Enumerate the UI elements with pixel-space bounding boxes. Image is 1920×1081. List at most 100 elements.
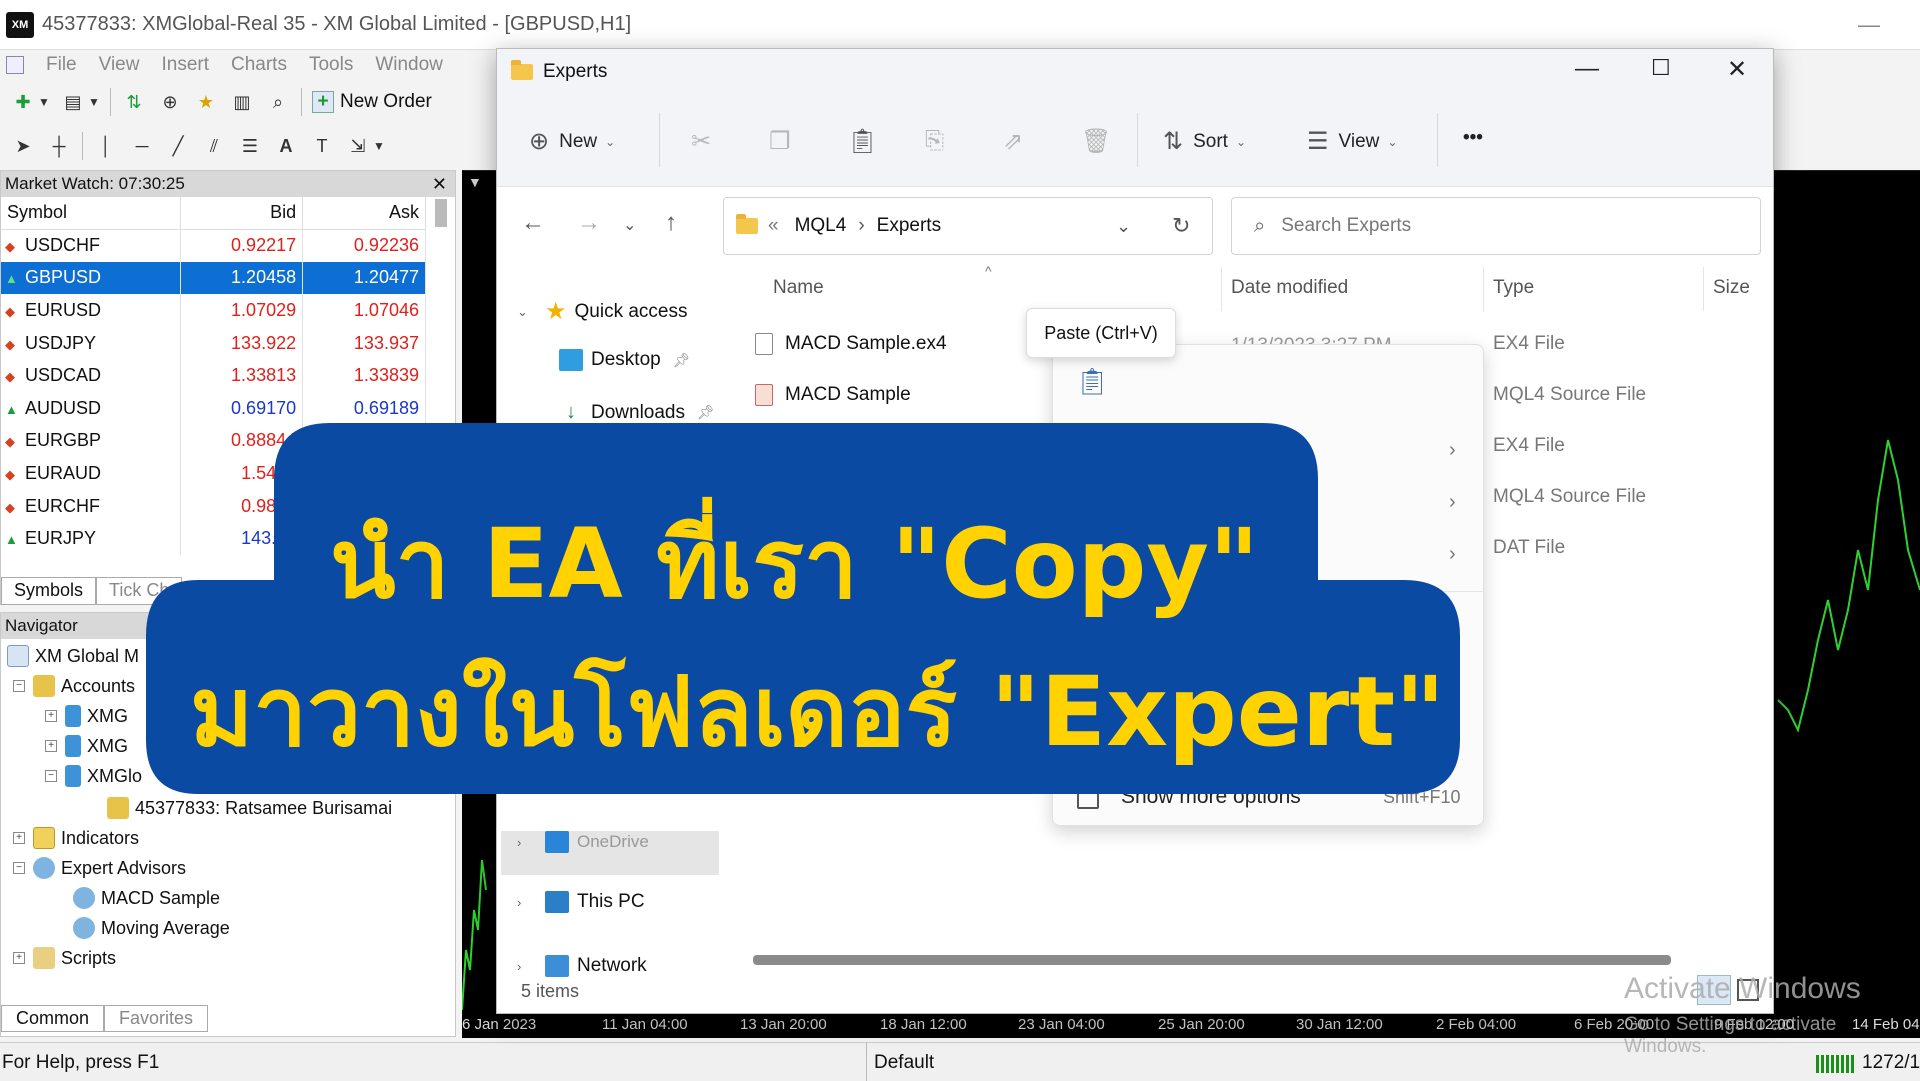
table-row[interactable]: ◆ EURUSD 1.07029 1.07046 xyxy=(1,294,426,327)
menu-window[interactable]: Window xyxy=(375,54,443,76)
text-box-icon[interactable]: T xyxy=(309,133,335,159)
nav-item-onedrive[interactable]: › OneDrive xyxy=(517,831,649,853)
rename-button[interactable]: ⎘ xyxy=(925,127,954,155)
recent-locations-chevron-icon[interactable]: ⌄ xyxy=(623,215,636,235)
table-row[interactable]: ◆ USDCHF 0.92217 0.92236 xyxy=(1,229,426,262)
table-row-selected[interactable]: ▲ GBPUSD 1.20458 1.20477 xyxy=(1,261,426,295)
table-row[interactable]: ▲ AUDUSD 0.69170 0.69189 xyxy=(1,391,426,425)
chevron-right-icon[interactable]: › xyxy=(1449,543,1456,566)
nav-item-network[interactable]: › Network xyxy=(517,955,647,977)
column-header-name[interactable]: Name xyxy=(773,277,824,299)
nav-item-accounts[interactable]: − Accounts xyxy=(13,675,135,697)
breadcrumb-experts[interactable]: Experts xyxy=(877,215,941,237)
close-icon[interactable]: ✕ xyxy=(432,174,447,195)
minimize-button[interactable]: — xyxy=(1858,12,1880,38)
tab-symbols[interactable]: Symbols xyxy=(1,577,97,605)
nav-item-expert-advisors[interactable]: − Expert Advisors xyxy=(13,857,186,879)
nav-item-ea[interactable]: Moving Average xyxy=(73,917,230,939)
menu-item-show-more-options[interactable]: Show more options xyxy=(1121,785,1301,809)
minimize-button[interactable]: — xyxy=(1575,55,1599,83)
table-row[interactable]: ▲ EURJPY 143.34 xyxy=(1,522,426,555)
menu-charts[interactable]: Charts xyxy=(231,54,287,76)
table-row[interactable]: ◆ EURAUD 1.5471 xyxy=(1,457,426,490)
table-row[interactable]: ◆ EURGBP 0.88844 xyxy=(1,424,426,458)
paste-icon[interactable]: 📋︎ xyxy=(1065,357,1119,405)
paste-button[interactable]: 📋︎ xyxy=(847,127,887,156)
column-header-date[interactable]: Date modified xyxy=(1231,277,1348,299)
navigator-star-icon[interactable]: ★ xyxy=(193,89,219,115)
share-button[interactable]: ⇗ xyxy=(1003,127,1033,156)
more-options-button[interactable]: ••• xyxy=(1463,127,1483,149)
chart-dropdown-icon[interactable]: ▼ xyxy=(468,174,482,190)
nav-item-ea[interactable]: MACD Sample xyxy=(73,887,220,909)
copy-button[interactable]: ❐ xyxy=(769,127,801,156)
menu-view[interactable]: View xyxy=(99,54,140,76)
menu-tools[interactable]: Tools xyxy=(309,54,353,76)
chevron-down-icon[interactable]: ▼ xyxy=(373,133,385,159)
horizontal-scrollbar[interactable] xyxy=(753,955,1671,965)
file-row-name[interactable]: MACD Sample xyxy=(755,384,911,406)
chevron-down-icon[interactable]: ▼ xyxy=(88,89,100,115)
view-button[interactable]: ☰ View ⌄ xyxy=(1307,127,1397,156)
tab-favorites[interactable]: Favorites xyxy=(104,1005,209,1032)
search-input[interactable]: ⌕ Search Experts xyxy=(1231,197,1761,255)
vertical-line-icon[interactable]: │ xyxy=(93,133,119,159)
new-button[interactable]: ⊕ New ⌄ xyxy=(529,127,615,156)
nav-item-root[interactable]: XM Global M xyxy=(7,645,139,667)
file-row-name[interactable]: MACD Sample.ex4 xyxy=(755,333,947,355)
cut-button[interactable]: ✂ xyxy=(691,127,721,156)
column-divider[interactable] xyxy=(1483,267,1484,311)
back-arrow-icon[interactable]: ← xyxy=(521,209,545,237)
up-arrow-icon[interactable]: ↑ xyxy=(665,209,677,237)
tab-tick-chart[interactable]: Tick Ch xyxy=(96,577,183,605)
table-row[interactable]: ◆ EURCHF 0.9870 xyxy=(1,489,426,523)
menu-file[interactable]: File xyxy=(46,54,77,76)
nav-item-this-pc[interactable]: › This PC xyxy=(517,891,645,913)
tab-common[interactable]: Common xyxy=(1,1005,105,1032)
forward-arrow-icon[interactable]: → xyxy=(577,209,601,237)
profiles-icon[interactable]: ▤ xyxy=(60,89,86,115)
refresh-icon[interactable]: ↻ xyxy=(1172,213,1190,239)
nav-item-downloads[interactable]: ↓ Downloads 📌︎ xyxy=(559,401,715,424)
address-bar[interactable]: « MQL4 › Experts ⌄ ↻ xyxy=(723,197,1213,255)
nav-item-scripts[interactable]: + Scripts xyxy=(13,947,116,969)
text-label-icon[interactable]: A xyxy=(273,133,299,159)
strategy-tester-icon[interactable]: ⌕ xyxy=(265,89,291,115)
crosshair-target-icon[interactable]: ⊕ xyxy=(157,89,183,115)
nav-item-desktop[interactable]: Desktop 📌︎ xyxy=(559,349,690,371)
chevron-down-icon[interactable]: ▼ xyxy=(38,89,50,115)
terminal-icon[interactable]: ▥ xyxy=(229,89,255,115)
crosshair-icon[interactable]: ┼ xyxy=(46,133,72,159)
menu-insert[interactable]: Insert xyxy=(161,54,209,76)
nav-item-account[interactable]: − XMGlo xyxy=(45,765,142,787)
fibonacci-icon[interactable]: ☰ xyxy=(237,133,263,159)
nav-item-account[interactable]: + XMG xyxy=(45,735,128,757)
maximize-button[interactable]: ☐ xyxy=(1651,55,1671,81)
arrows-icon[interactable]: ⇲ xyxy=(345,133,371,159)
new-order-button[interactable]: + New Order xyxy=(312,91,432,113)
scrollbar-thumb[interactable] xyxy=(435,199,447,227)
column-header-symbol[interactable]: Symbol xyxy=(1,197,182,230)
chevron-right-icon[interactable]: › xyxy=(1449,439,1456,462)
chevron-down-icon[interactable]: ⌄ xyxy=(1116,216,1131,237)
column-divider[interactable] xyxy=(1221,267,1222,311)
trendline-icon[interactable]: ╱ xyxy=(165,133,191,159)
chevron-right-icon[interactable]: › xyxy=(1449,491,1456,514)
column-header-type[interactable]: Type xyxy=(1493,277,1534,299)
column-divider[interactable] xyxy=(1703,267,1704,311)
column-header-bid[interactable]: Bid xyxy=(180,197,304,230)
breadcrumb-mql4[interactable]: MQL4 xyxy=(795,215,847,237)
nav-item-quick-access[interactable]: ⌄ ★ Quick access xyxy=(517,297,688,326)
nav-item-indicators[interactable]: + Indicators xyxy=(13,827,139,849)
close-button[interactable]: ✕ xyxy=(1727,55,1747,84)
pin-icon[interactable]: 📌︎ xyxy=(673,352,691,369)
new-chart-icon[interactable]: ✚ xyxy=(10,89,36,115)
delete-button[interactable]: 🗑︎ xyxy=(1081,127,1121,156)
market-watch-icon[interactable]: ⇅ xyxy=(121,89,147,115)
cursor-arrow-icon[interactable]: ➤ xyxy=(10,133,36,159)
horizontal-line-icon[interactable]: ─ xyxy=(129,133,155,159)
sort-button[interactable]: ⇅ Sort ⌄ xyxy=(1163,127,1246,156)
pin-icon[interactable]: 📌︎ xyxy=(697,404,715,421)
table-row[interactable]: ◆ USDJPY 133.922 133.937 xyxy=(1,326,426,360)
channel-icon[interactable]: ⫽ xyxy=(201,133,227,159)
